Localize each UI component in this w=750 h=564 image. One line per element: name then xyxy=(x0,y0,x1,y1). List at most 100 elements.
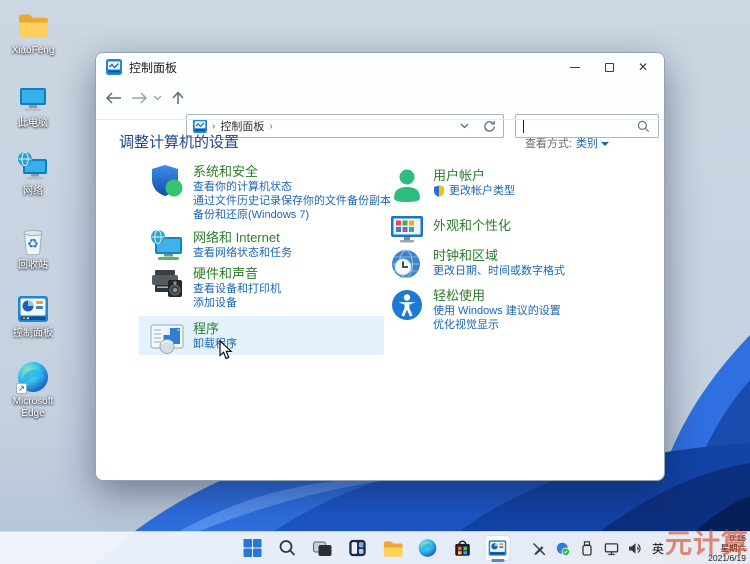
ease-of-access-icon xyxy=(389,287,425,323)
close-button[interactable]: ✕ xyxy=(626,53,660,81)
pen-disabled-icon[interactable] xyxy=(532,541,547,556)
control-panel-window: 控制面板 ✕ › 控制面板 › xyxy=(95,52,665,481)
category-title[interactable]: 轻松使用 xyxy=(433,288,561,304)
category-link[interactable]: 查看你的计算机状态 xyxy=(193,180,391,194)
window-control-panel-icon xyxy=(106,59,122,75)
recent-locations-button[interactable] xyxy=(151,88,163,108)
taskbar-control-panel-button[interactable] xyxy=(485,535,511,561)
category-appearance-personalization: 外观和个性化 xyxy=(389,211,511,247)
desktop-icon-label: 此电脑 xyxy=(2,118,64,130)
category-network-internet: 网络和 Internet 查看网络状态和任务 xyxy=(149,229,292,265)
desktop-icon-xiaofeng[interactable]: XiaoFeng xyxy=(2,9,64,57)
task-view-icon xyxy=(313,539,333,557)
refresh-icon[interactable] xyxy=(483,120,496,133)
security-status-icon[interactable] xyxy=(556,541,571,556)
category-link[interactable]: 更改帐户类型 xyxy=(449,184,515,198)
widgets-button[interactable] xyxy=(345,535,371,561)
network-tray-icon[interactable] xyxy=(604,541,619,556)
address-dropdown-icon[interactable] xyxy=(460,123,469,129)
this-pc-icon xyxy=(16,82,50,116)
toolbar-separator xyxy=(96,119,664,120)
category-user-accounts: 用户帐户 更改帐户类型 xyxy=(389,167,515,203)
category-link[interactable]: 查看网络状态和任务 xyxy=(193,246,292,260)
volume-icon[interactable] xyxy=(628,541,643,556)
personalization-icon xyxy=(389,211,425,247)
view-by-label: 查看方式: xyxy=(525,138,572,150)
window-title: 控制面板 xyxy=(129,59,177,76)
category-link[interactable]: 查看设备和打印机 xyxy=(193,282,281,296)
category-system-security: 系统和安全 查看你的计算机状态 通过文件历史记录保存你的文件备份副本 备份和还原… xyxy=(149,163,391,222)
user-icon xyxy=(389,167,425,203)
category-title[interactable]: 时钟和区域 xyxy=(433,248,565,264)
category-ease-of-access: 轻松使用 使用 Windows 建议的设置 优化视觉显示 xyxy=(389,287,561,332)
minimize-icon xyxy=(570,67,580,68)
category-title[interactable]: 系统和安全 xyxy=(193,164,391,180)
desktop-icon-network[interactable]: 网络 xyxy=(2,150,64,198)
breadcrumb-chevron: › xyxy=(269,121,272,132)
category-link[interactable]: 通过文件历史记录保存你的文件备份副本 xyxy=(193,194,391,208)
network-icon xyxy=(16,150,50,184)
category-title[interactable]: 硬件和声音 xyxy=(193,266,281,282)
category-hardware-sound: 硬件和声音 查看设备和打印机 添加设备 xyxy=(149,265,281,310)
back-button[interactable] xyxy=(104,88,124,108)
maximize-icon xyxy=(605,63,614,72)
store-icon xyxy=(453,538,473,558)
desktop-icon-recycle-bin[interactable]: ♻ 回收站 xyxy=(2,224,64,272)
back-arrow-icon xyxy=(105,92,123,104)
usb-device-icon[interactable] xyxy=(580,541,595,556)
taskbar-search-button[interactable] xyxy=(275,535,301,561)
microsoft-store-button[interactable] xyxy=(450,535,476,561)
desktop-icon-label: Microsoft Edge xyxy=(2,396,64,419)
clock-date: 2021/6/19 xyxy=(690,553,746,563)
clock-weekday: 星期六 xyxy=(690,543,746,553)
category-link[interactable]: 使用 Windows 建议的设置 xyxy=(433,304,561,318)
desktop-icon-label: 回收站 xyxy=(2,260,64,272)
desktop-icon-control-panel[interactable]: 控制面板 xyxy=(2,292,64,340)
category-title[interactable]: 网络和 Internet xyxy=(193,230,292,246)
taskbar-edge-button[interactable] xyxy=(415,535,441,561)
text-caret xyxy=(523,120,524,133)
category-link[interactable]: 备份和还原(Windows 7) xyxy=(193,208,391,222)
search-icon xyxy=(279,539,297,557)
file-explorer-icon xyxy=(382,539,403,558)
forward-button[interactable] xyxy=(129,88,149,108)
category-title[interactable]: 程序 xyxy=(193,321,237,337)
category-link[interactable]: 优化视觉显示 xyxy=(433,318,561,332)
category-link[interactable]: 卸载程序 xyxy=(193,337,237,351)
folder-icon xyxy=(16,9,50,43)
navigation-toolbar: › 控制面板 › xyxy=(96,81,664,115)
programs-icon xyxy=(149,320,185,356)
up-button[interactable] xyxy=(168,88,188,108)
start-button[interactable] xyxy=(240,535,266,561)
up-arrow-icon xyxy=(172,91,184,105)
view-by-value[interactable]: 类别 xyxy=(576,138,598,150)
control-panel-icon xyxy=(488,538,508,558)
breadcrumb-chevron: › xyxy=(212,121,215,132)
control-panel-icon xyxy=(16,292,50,326)
task-view-button[interactable] xyxy=(310,535,336,561)
svg-text:♻: ♻ xyxy=(27,236,39,251)
ime-language-indicator[interactable]: 英 xyxy=(652,540,664,557)
desktop-icon-this-pc[interactable]: 此电脑 xyxy=(2,82,64,130)
system-tray: 英 xyxy=(532,532,664,564)
taskbar-clock[interactable]: 0:16 星期六 2021/6/19 xyxy=(690,533,746,563)
taskbar-center-icons xyxy=(240,535,511,561)
network-globe-icon xyxy=(149,229,185,265)
view-by-dropdown-icon[interactable] xyxy=(601,142,609,146)
file-explorer-button[interactable] xyxy=(380,535,406,561)
clock-region-icon xyxy=(389,247,425,283)
close-icon: ✕ xyxy=(638,60,648,74)
minimize-button[interactable] xyxy=(558,53,592,81)
maximize-button[interactable] xyxy=(592,53,626,81)
desktop-icon-edge[interactable]: ↗ Microsoft Edge xyxy=(2,360,64,419)
chevron-down-icon xyxy=(153,95,162,101)
edge-icon xyxy=(418,538,438,558)
page-title: 调整计算机的设置 xyxy=(119,131,239,152)
widgets-icon xyxy=(348,538,368,558)
category-link[interactable]: 更改日期、时间或数字格式 xyxy=(433,264,565,278)
category-link[interactable]: 添加设备 xyxy=(193,296,281,310)
windows-logo-icon xyxy=(243,538,263,558)
category-clock-region: 时钟和区域 更改日期、时间或数字格式 xyxy=(389,247,565,283)
category-title[interactable]: 外观和个性化 xyxy=(433,218,511,234)
category-title[interactable]: 用户帐户 xyxy=(433,168,515,184)
